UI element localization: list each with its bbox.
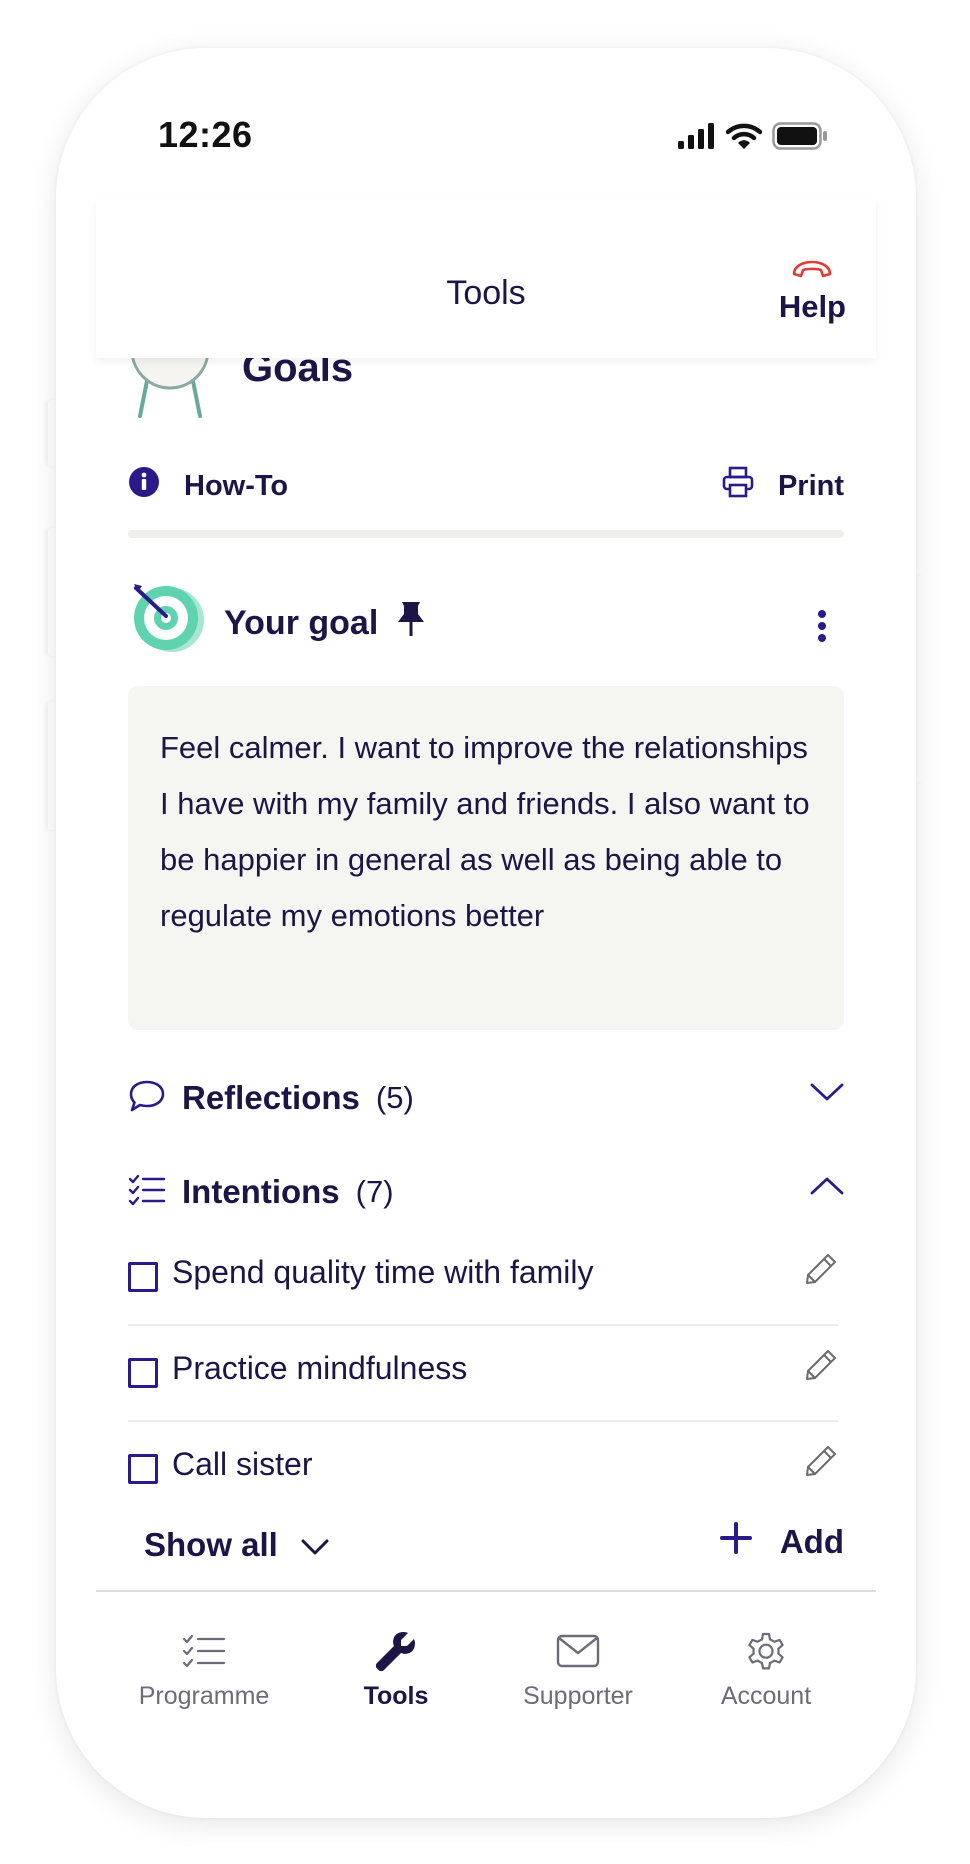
target-icon [128, 578, 208, 663]
pencil-icon[interactable] [804, 1252, 838, 1291]
tab-programme[interactable]: Programme [114, 1628, 294, 1711]
signal-icon [678, 123, 716, 154]
reflections-label: Reflections [182, 1079, 360, 1116]
tab-label: Programme [138, 1682, 270, 1710]
tab-tools[interactable]: Tools [306, 1628, 486, 1711]
intention-item: Call sister [128, 1422, 844, 1518]
intention-label: Call sister [172, 1446, 313, 1482]
goal-text-box: Feel calmer. I want to improve the relat… [128, 686, 844, 1030]
reflections-section-header[interactable]: Reflections (5) [128, 1068, 844, 1128]
howto-button[interactable]: How-To [128, 466, 288, 506]
checklist-icon [128, 1174, 166, 1211]
status-bar: 12:26 [56, 48, 916, 178]
printer-icon [722, 466, 754, 506]
tab-supporter[interactable]: Supporter [488, 1628, 668, 1711]
section-divider [128, 530, 844, 538]
intention-item: Spend quality time with family [128, 1230, 844, 1326]
goal-text: Feel calmer. I want to improve the relat… [160, 730, 810, 933]
checklist-icon [114, 1628, 294, 1674]
more-options-icon[interactable] [810, 606, 834, 646]
intentions-section-header[interactable]: Intentions (7) [128, 1162, 844, 1222]
goals-toolbar: How-To Print [128, 458, 844, 512]
your-goal-label: Your goal [224, 604, 379, 642]
howto-label: How-To [184, 469, 289, 502]
show-all-button[interactable]: Show all [144, 1526, 330, 1564]
phone-hangup-icon [790, 260, 834, 284]
header-title: Tools [446, 274, 526, 312]
bottom-tab-bar: Programme Tools Supporter Account [96, 1590, 876, 1722]
status-time: 12:26 [158, 114, 253, 155]
reflections-count: (5) [375, 1080, 414, 1115]
gear-icon [676, 1628, 856, 1674]
add-label: Add [779, 1523, 844, 1560]
battery-icon [772, 122, 828, 155]
your-goal-header: Your goal [128, 578, 844, 658]
intentions-label: Intentions [182, 1173, 340, 1210]
intention-checkbox[interactable] [128, 1454, 158, 1484]
info-icon [128, 466, 160, 506]
envelope-icon [488, 1628, 668, 1674]
plus-icon [719, 1522, 752, 1562]
pencil-icon[interactable] [804, 1348, 838, 1387]
print-button[interactable]: Print [722, 466, 844, 506]
help-label: Help [778, 289, 846, 324]
show-all-label: Show all [144, 1526, 278, 1563]
add-intention-button[interactable]: Add [719, 1522, 844, 1562]
intentions-actions: Show all Add [128, 1516, 844, 1576]
intention-checkbox[interactable] [128, 1358, 158, 1388]
intention-checkbox[interactable] [128, 1262, 158, 1292]
chevron-up-icon[interactable] [810, 1176, 844, 1201]
pencil-icon[interactable] [804, 1444, 838, 1483]
intention-label: Practice mindfulness [172, 1350, 468, 1386]
chevron-down-icon[interactable] [810, 1082, 844, 1107]
tab-label: Account [720, 1682, 812, 1710]
tab-label: Tools [363, 1682, 429, 1710]
status-icons [678, 122, 828, 155]
intentions-count: (7) [355, 1174, 394, 1209]
print-label: Print [777, 469, 844, 502]
help-button[interactable]: Help [779, 258, 846, 325]
chevron-down-icon [300, 1526, 330, 1564]
your-goal-title: Your goal [224, 600, 426, 647]
intention-item: Practice mindfulness [128, 1326, 844, 1422]
wrench-icon [306, 1628, 486, 1674]
tab-account[interactable]: Account [676, 1628, 856, 1711]
intention-label: Spend quality time with family [172, 1254, 594, 1290]
tab-label: Supporter [523, 1682, 633, 1710]
app-header: Tools Help [96, 198, 876, 358]
wifi-icon [725, 122, 763, 155]
pin-icon[interactable] [396, 600, 426, 647]
speech-bubble-icon [128, 1079, 166, 1118]
phone-frame: 12:26 Goals How-To Print Your goal Feel … [56, 48, 916, 1818]
